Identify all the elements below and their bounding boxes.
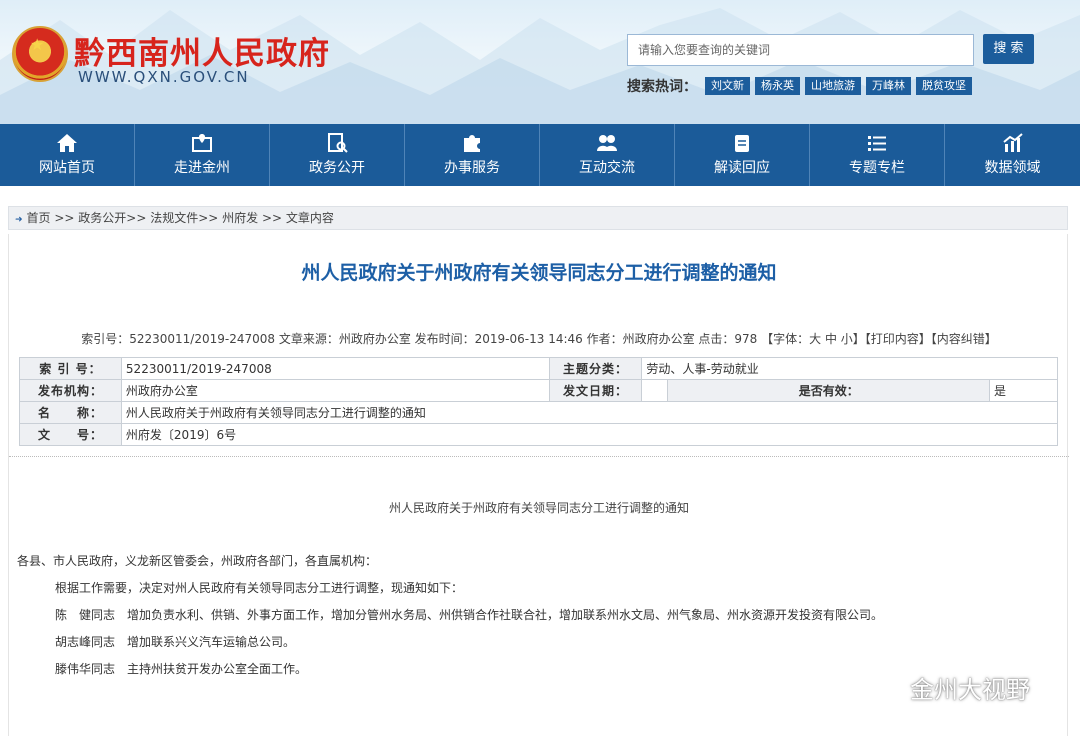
hot-tag[interactable]: 山地旅游 — [805, 77, 861, 95]
hot-tag[interactable]: 万峰林 — [866, 77, 911, 95]
salutation: 各县、市人民政府，义龙新区管委会，州政府各部门，各直属机构： — [17, 554, 378, 568]
table-row: 索 引 号： 52230011/2019-247008 主题分类： 劳动、人事-… — [19, 357, 1058, 380]
table-row: 发布机构： 州政府办公室 发文日期： 是否有效： 是 — [19, 379, 1058, 402]
search-input[interactable]: 请输入您要查询的关键词 — [627, 34, 974, 66]
national-emblem-icon: ★ — [12, 26, 68, 82]
body-paragraph: 胡志峰同志 增加联系兴义汽车运输总公司。 — [55, 635, 296, 649]
nav-item-interaction[interactable]: 互动交流 — [540, 124, 675, 186]
divider — [9, 456, 1069, 457]
name-value: 州人民政府关于州政府有关领导同志分工进行调整的通知 — [120, 401, 1059, 424]
body-paragraph: 根据工作需要，决定对州人民政府有关领导同志分工进行调整，现通知如下： — [55, 581, 464, 595]
watermark-text: 金州大视野 — [910, 676, 1030, 704]
nav-item-topics[interactable]: 专题专栏 — [810, 124, 945, 186]
clipboard-icon — [735, 135, 749, 152]
valid-label: 是否有效： — [667, 379, 991, 402]
list-icon — [868, 136, 886, 151]
watermark: 金州大视野 — [858, 670, 1030, 705]
index-value: 52230011/2019-247008 — [120, 357, 550, 380]
nav-label: 政务公开 — [309, 160, 365, 176]
hot-words-list: 刘文新 杨永英 山地旅游 万峰林 脱贫攻坚 — [705, 77, 972, 95]
nav-item-interpretation[interactable]: 解读回应 — [675, 124, 810, 186]
valid-value: 是 — [989, 379, 1058, 402]
article-meta: 索引号：52230011/2019-247008 文章来源：州政府办公室 发布时… — [81, 332, 997, 346]
nav-label: 专题专栏 — [849, 160, 905, 176]
nav-label: 解读回应 — [714, 160, 770, 176]
hot-tag[interactable]: 刘文新 — [705, 77, 750, 95]
breadcrumb-text[interactable]: 首页 >> 政务公开>> 法规文件>> 州府发 >> 文章内容 — [27, 211, 334, 225]
index-label: 索 引 号： — [19, 357, 122, 380]
site-url: WWW.QXN.GOV.CN — [78, 68, 250, 86]
body-paragraph: 陈 健同志 增加负责水利、供销、外事方面工作，增加分管州水务局、州供销合作社联合… — [55, 608, 884, 622]
breadcrumb: ➜ 首页 >> 政务公开>> 法规文件>> 州府发 >> 文章内容 — [8, 206, 1068, 230]
nav-label: 网站首页 — [39, 160, 95, 176]
site-title[interactable]: 黔西南州人民政府 — [74, 28, 330, 73]
doc-number-label: 文 号： — [19, 423, 122, 446]
body-title: 州人民政府关于州政府有关领导同志分工进行调整的通知 — [388, 501, 689, 515]
nav-item-home[interactable]: 网站首页 — [0, 124, 135, 186]
org-value: 州政府办公室 — [120, 379, 550, 402]
header-banner: ★ 黔西南州人民政府 WWW.QXN.GOV.CN 请输入您要查询的关键词 搜 … — [0, 0, 1080, 124]
info-table: 索 引 号： 52230011/2019-247008 主题分类： 劳动、人事-… — [19, 357, 1059, 446]
document-search-icon — [328, 133, 348, 153]
table-row: 名 称： 州人民政府关于州政府有关领导同志分工进行调整的通知 — [19, 401, 1059, 424]
nav-label: 办事服务 — [444, 160, 500, 176]
hot-tag[interactable]: 杨永英 — [755, 77, 800, 95]
date-label: 发文日期： — [548, 379, 643, 402]
table-row: 文 号： 州府发〔2019〕6号 — [19, 423, 1059, 446]
topic-label: 主题分类： — [548, 357, 643, 380]
main-nav: 网站首页 走进金州 政务公开 办事服务 互动交流 解读回应 专题专栏 数据领域 — [0, 124, 1080, 186]
wechat-icon — [858, 672, 902, 702]
org-label: 发布机构： — [19, 379, 122, 402]
article-title: 州人民政府关于州政府有关领导同志分工进行调整的通知 — [301, 262, 777, 284]
nav-item-data[interactable]: 数据领域 — [945, 124, 1080, 186]
chart-icon — [1002, 133, 1023, 152]
map-pin-icon — [192, 134, 212, 152]
date-value — [641, 379, 669, 402]
body-paragraph: 滕伟华同志 主持州扶贫开发办公室全面工作。 — [55, 662, 308, 676]
puzzle-icon — [464, 135, 480, 152]
nav-label: 互动交流 — [579, 160, 635, 176]
people-icon — [597, 135, 617, 151]
nav-label: 走进金州 — [174, 160, 230, 176]
topic-value: 劳动、人事-劳动就业 — [641, 357, 1058, 380]
hot-tag[interactable]: 脱贫攻坚 — [916, 77, 972, 95]
nav-item-gov-affairs[interactable]: 政务公开 — [270, 124, 405, 186]
nav-item-about[interactable]: 走进金州 — [135, 124, 270, 186]
hot-words-label: 搜索热词： — [627, 79, 697, 95]
nav-label: 数据领域 — [984, 160, 1041, 176]
nav-item-services[interactable]: 办事服务 — [405, 124, 540, 186]
doc-number-value: 州府发〔2019〕6号 — [120, 423, 1059, 446]
name-label: 名 称： — [19, 401, 122, 424]
home-icon — [57, 134, 77, 152]
search-button[interactable]: 搜 索 — [983, 34, 1034, 64]
article-container: 州人民政府关于州政府有关领导同志分工进行调整的通知 索引号：52230011/2… — [8, 234, 1069, 736]
breadcrumb-arrow-icon: ➜ — [15, 215, 23, 225]
